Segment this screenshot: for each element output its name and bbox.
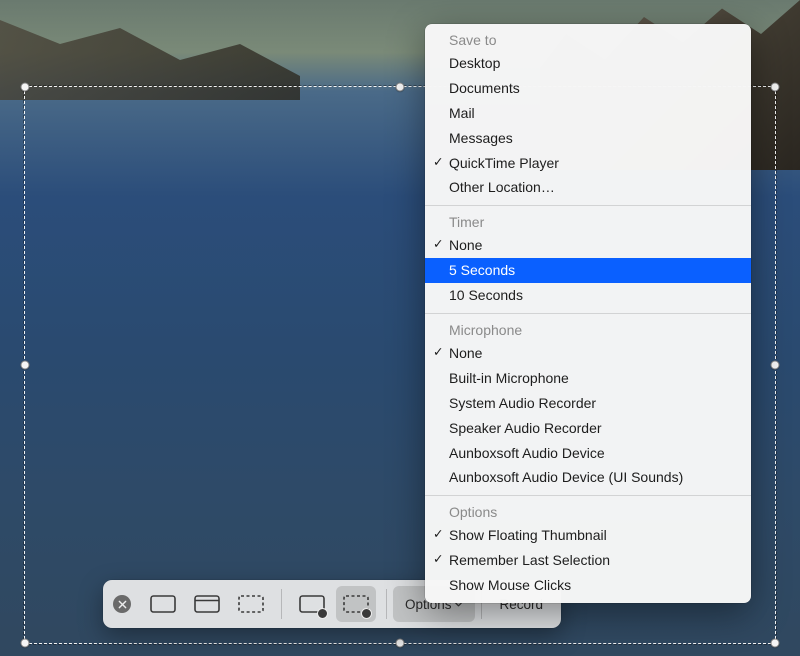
menu-section-header: Microphone xyxy=(425,319,751,341)
capture-selection-button[interactable] xyxy=(231,586,271,622)
record-indicator-icon xyxy=(317,608,328,619)
record-entire-screen-button[interactable] xyxy=(292,586,332,622)
close-button[interactable] xyxy=(113,595,131,613)
selection-icon xyxy=(236,592,266,616)
toolbar-separator xyxy=(281,589,282,619)
menu-item[interactable]: None xyxy=(425,233,751,258)
menu-item[interactable]: Documents xyxy=(425,76,751,101)
menu-section-header: Options xyxy=(425,501,751,523)
resize-handle-top-left[interactable] xyxy=(21,83,30,92)
capture-entire-screen-button[interactable] xyxy=(143,586,183,622)
menu-separator xyxy=(425,313,751,314)
resize-handle-bottom[interactable] xyxy=(396,639,405,648)
screen-icon xyxy=(148,592,178,616)
menu-item[interactable]: Speaker Audio Recorder xyxy=(425,416,751,441)
menu-item[interactable]: Show Floating Thumbnail xyxy=(425,523,751,548)
record-mode-group xyxy=(288,586,380,622)
options-menu: Save toDesktopDocumentsMailMessagesQuick… xyxy=(425,24,751,603)
menu-item[interactable]: Messages xyxy=(425,126,751,151)
menu-item[interactable]: Desktop xyxy=(425,51,751,76)
menu-item[interactable]: Other Location… xyxy=(425,175,751,200)
resize-handle-right[interactable] xyxy=(771,361,780,370)
close-icon xyxy=(118,600,127,609)
resize-handle-bottom-right[interactable] xyxy=(771,639,780,648)
window-icon xyxy=(192,592,222,616)
resize-handle-top[interactable] xyxy=(396,83,405,92)
menu-item[interactable]: 5 Seconds xyxy=(425,258,751,283)
record-selection-button[interactable] xyxy=(336,586,376,622)
resize-handle-bottom-left[interactable] xyxy=(21,639,30,648)
menu-separator xyxy=(425,205,751,206)
menu-item[interactable]: Mail xyxy=(425,101,751,126)
menu-item[interactable]: 10 Seconds xyxy=(425,283,751,308)
toolbar-separator xyxy=(386,589,387,619)
menu-separator xyxy=(425,495,751,496)
menu-item[interactable]: None xyxy=(425,341,751,366)
menu-item[interactable]: Aunboxsoft Audio Device xyxy=(425,441,751,466)
menu-item[interactable]: Built-in Microphone xyxy=(425,366,751,391)
menu-item[interactable]: Show Mouse Clicks xyxy=(425,573,751,598)
capture-window-button[interactable] xyxy=(187,586,227,622)
resize-handle-top-right[interactable] xyxy=(771,83,780,92)
resize-handle-left[interactable] xyxy=(21,361,30,370)
menu-item[interactable]: System Audio Recorder xyxy=(425,391,751,416)
capture-mode-group xyxy=(139,586,275,622)
record-indicator-icon xyxy=(361,608,372,619)
menu-section-header: Timer xyxy=(425,211,751,233)
menu-item[interactable]: QuickTime Player xyxy=(425,151,751,176)
menu-item[interactable]: Aunboxsoft Audio Device (UI Sounds) xyxy=(425,465,751,490)
menu-item[interactable]: Remember Last Selection xyxy=(425,548,751,573)
menu-section-header: Save to xyxy=(425,29,751,51)
